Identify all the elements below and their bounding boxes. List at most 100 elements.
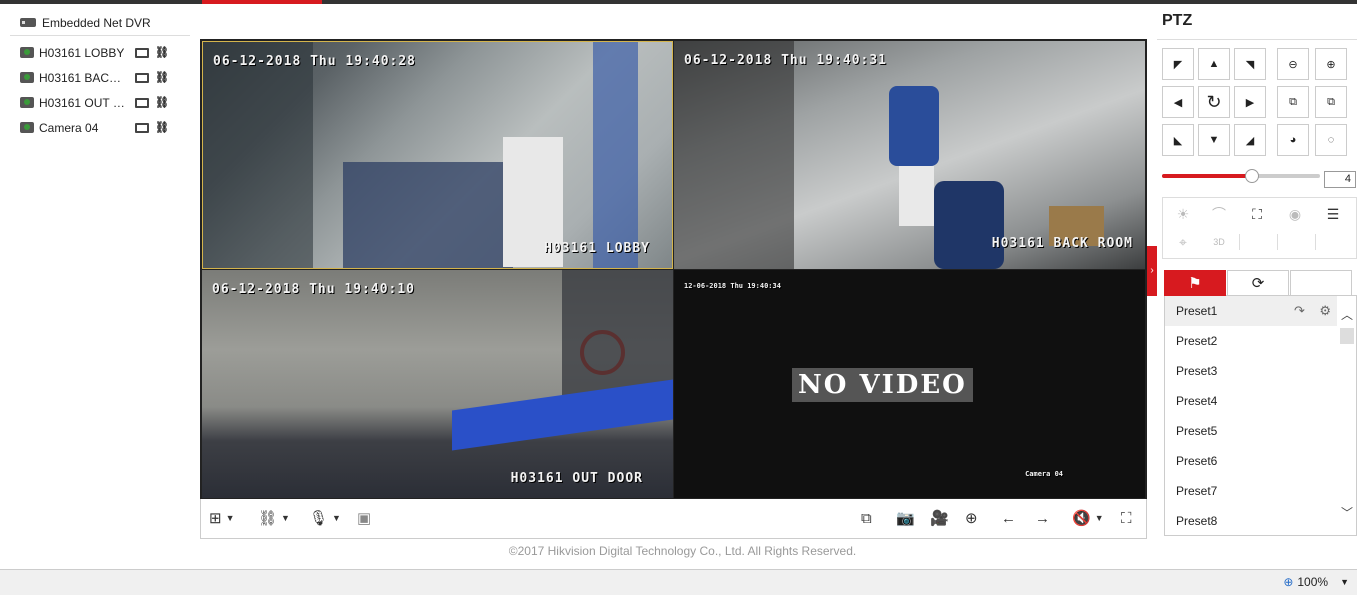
- video-toolbar: ⊞ ▼ ⛓ ▼ 🎙 ▼ ▣ ⧉ 📷 🎥 ⊕ ← → 🔇 ▼ ⛶: [200, 499, 1147, 539]
- collapse-ptz-panel-button[interactable]: ›: [1147, 246, 1157, 296]
- preset-row[interactable]: Preset3: [1165, 356, 1337, 386]
- auto-pan-button[interactable]: ↻: [1198, 86, 1230, 118]
- auxiliary-focus-icon[interactable]: ⛶: [1239, 200, 1275, 228]
- slider-handle[interactable]: [1245, 169, 1260, 183]
- tree-camera-2[interactable]: H03161 BACK ROOM ⛓: [10, 65, 190, 90]
- zoom-out-icon: ⊖: [1288, 58, 1298, 71]
- ptz-speed-value: 4: [1324, 171, 1356, 188]
- arrow-up-left-icon: ◤: [1173, 58, 1183, 71]
- stream-settings-icon[interactable]: ⛓: [155, 71, 169, 85]
- video-tile-out-door[interactable]: 06-12-2018 Thu 19:40:10 H03161 OUT DOOR: [202, 270, 673, 498]
- digital-zoom-button[interactable]: ⊕: [965, 509, 978, 527]
- pan-up-left-button[interactable]: ◤: [1162, 48, 1194, 80]
- arrow-down-left-icon: ◣: [1173, 134, 1183, 147]
- stop-all-live-button[interactable]: ⧉: [861, 509, 872, 527]
- focus-near-button[interactable]: ⧉: [1277, 86, 1309, 118]
- stream-type-button[interactable]: ⛓ ▼: [258, 509, 290, 527]
- scrollbar-thumb[interactable]: [1340, 328, 1354, 344]
- call-preset-icon[interactable]: ↷: [1294, 303, 1305, 318]
- tab-patrols[interactable]: ⟳: [1227, 270, 1289, 296]
- pan-right-button[interactable]: ▶: [1234, 86, 1266, 118]
- chevron-up-icon[interactable]: ︿: [1341, 306, 1353, 323]
- zoom-control[interactable]: ⊕ 100% ▼: [1283, 575, 1349, 589]
- preset-scrollbar[interactable]: ︿ ﹀: [1338, 296, 1356, 535]
- pan-up-button[interactable]: ▲: [1198, 48, 1230, 80]
- chevron-down-icon: ▼: [281, 513, 290, 523]
- pan-down-right-button[interactable]: ◢: [1234, 124, 1266, 156]
- preset-row[interactable]: Preset8: [1165, 506, 1337, 535]
- ptz-speed-slider[interactable]: [1162, 169, 1320, 183]
- stream-settings-icon[interactable]: ⛓: [155, 96, 169, 110]
- preset-row[interactable]: Preset2: [1165, 326, 1337, 356]
- video-tile-lobby[interactable]: 06-12-2018 Thu 19:40:28 H03161 LOBBY: [202, 41, 673, 269]
- camera-label: H03161 BACK ROOM: [39, 70, 129, 85]
- record-icon[interactable]: [135, 97, 149, 108]
- preset-row[interactable]: Preset6: [1165, 446, 1337, 476]
- ptz-tabs: ⚑ ⟳: [1164, 270, 1357, 296]
- ptz-aux-functions: ☀ ⌒ ⛶ ◉ ☰ ⌖ 3D: [1162, 197, 1357, 259]
- video-tile-back-room[interactable]: 06-12-2018 Thu 19:40:31 H03161 BACK ROOM: [674, 41, 1145, 269]
- gear-icon[interactable]: ⚙: [1319, 303, 1331, 318]
- volume-button[interactable]: 🔇 ▼: [1072, 509, 1104, 527]
- pan-left-button[interactable]: ◀: [1162, 86, 1194, 118]
- iris-open-icon: ◕: [1289, 134, 1297, 146]
- fullscreen-icon: ⛶: [1121, 509, 1132, 527]
- preset-row[interactable]: Preset4: [1165, 386, 1337, 416]
- arrow-up-icon: ▲: [1208, 58, 1220, 70]
- zoom-in-button[interactable]: ⊕: [1315, 48, 1347, 80]
- monitor-icon: ▣: [357, 510, 372, 527]
- digital-monitor-button[interactable]: ▣: [357, 509, 371, 527]
- record-all-button[interactable]: 🎥: [930, 509, 949, 527]
- tile-timestamp: 06-12-2018 Thu 19:40:10: [212, 282, 416, 297]
- pan-down-left-button[interactable]: ◣: [1162, 124, 1194, 156]
- record-icon[interactable]: [135, 47, 149, 58]
- volume-mute-icon: 🔇: [1072, 510, 1091, 527]
- arrow-down-right-icon: ◢: [1245, 134, 1255, 147]
- previous-page-button[interactable]: ←: [1001, 509, 1016, 527]
- microphone-icon: 🎙: [309, 510, 329, 527]
- pan-down-button[interactable]: ▼: [1198, 124, 1230, 156]
- dark-corner: [674, 41, 794, 269]
- tree-camera-3[interactable]: H03161 OUT DOOR ⛓: [10, 90, 190, 115]
- iris-close-button[interactable]: ◌: [1315, 124, 1347, 156]
- tab-presets[interactable]: ⚑: [1164, 270, 1226, 296]
- light-icon[interactable]: ☀: [1165, 200, 1201, 228]
- video-tile-camera-04[interactable]: 12-06-2018 Thu 19:40:34 NO VIDEO Camera …: [674, 270, 1145, 498]
- capture-button[interactable]: 📷: [896, 509, 915, 527]
- tile-camera-name: Camera 04: [1025, 470, 1063, 478]
- stream-settings-icon[interactable]: ⛓: [155, 46, 169, 60]
- camera-icon: [20, 72, 34, 83]
- tree-root-dvr[interactable]: Embedded Net DVR: [10, 14, 190, 36]
- focus-far-button[interactable]: ⧉: [1315, 86, 1347, 118]
- next-page-button[interactable]: →: [1035, 509, 1050, 527]
- audio-talk-button[interactable]: 🎙 ▼: [309, 509, 341, 527]
- preset-row[interactable]: Preset1 ↷ ⚙: [1165, 296, 1337, 326]
- camera-icon: [20, 122, 34, 133]
- zoom-out-button[interactable]: ⊖: [1277, 48, 1309, 80]
- refresh-icon: ↻: [1206, 91, 1222, 112]
- zoom-in-icon: ⊕: [1326, 58, 1336, 71]
- record-icon[interactable]: [135, 72, 149, 83]
- fullscreen-button[interactable]: ⛶: [1121, 509, 1132, 527]
- 3d-positioning-icon[interactable]: 3D: [1201, 228, 1237, 256]
- layout-button[interactable]: ⊞ ▼: [209, 509, 235, 527]
- chevron-down-icon[interactable]: ﹀: [1341, 504, 1353, 521]
- preset-label: Preset2: [1176, 334, 1218, 348]
- iris-open-button[interactable]: ◕: [1277, 124, 1309, 156]
- arrow-left-icon: ←: [1001, 509, 1016, 527]
- stream-settings-icon[interactable]: ⛓: [155, 121, 169, 135]
- lens-init-icon[interactable]: ◉: [1277, 200, 1313, 228]
- glass-door: [203, 42, 313, 268]
- manual-tracking-icon[interactable]: ⌖: [1165, 228, 1201, 256]
- record-icon[interactable]: [135, 122, 149, 133]
- divider: [1277, 234, 1278, 250]
- menu-icon[interactable]: ☰: [1315, 200, 1351, 228]
- tree-camera-1[interactable]: H03161 LOBBY ⛓: [10, 40, 190, 65]
- preset-actions: ↷ ⚙: [1294, 296, 1331, 326]
- wiper-icon[interactable]: ⌒: [1201, 200, 1237, 228]
- pan-up-right-button[interactable]: ◥: [1234, 48, 1266, 80]
- preset-row[interactable]: Preset7: [1165, 476, 1337, 506]
- tab-empty[interactable]: [1290, 270, 1352, 296]
- tree-camera-4[interactable]: Camera 04 ⛓: [10, 115, 190, 140]
- preset-row[interactable]: Preset5: [1165, 416, 1337, 446]
